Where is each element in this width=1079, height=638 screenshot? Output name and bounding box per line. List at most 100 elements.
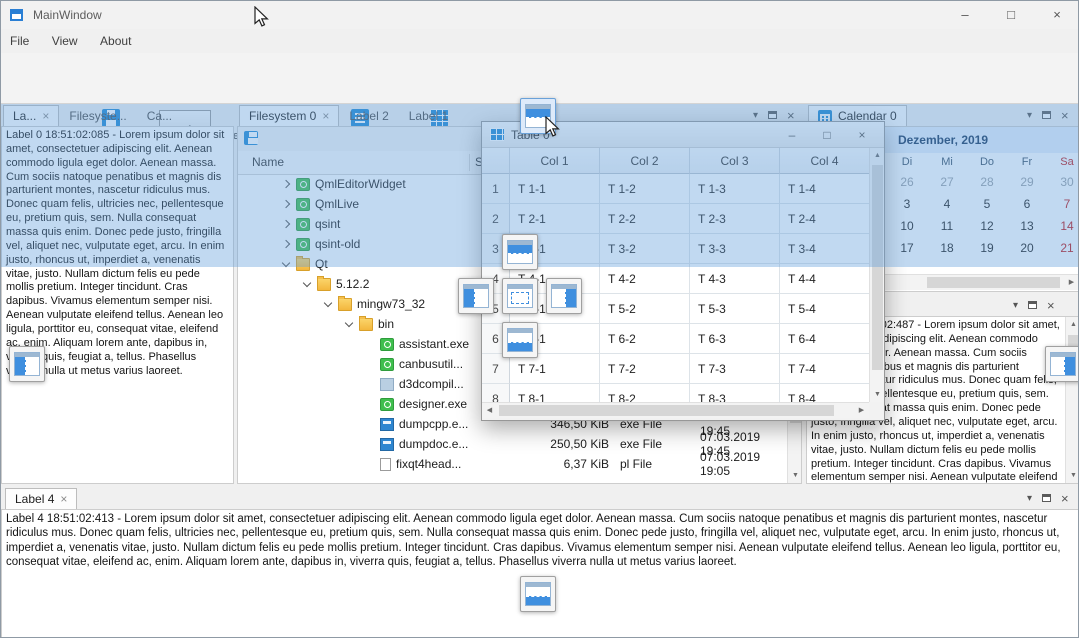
table-row[interactable]: 8 T 8-1 T 8-2 T 8-3 T 8-4	[482, 384, 869, 402]
drop-indicator-area-right[interactable]	[546, 278, 582, 314]
table-cell[interactable]: T 1-1	[510, 174, 600, 204]
scroll-down-icon[interactable]	[788, 468, 802, 483]
menu-view[interactable]: View	[43, 29, 87, 53]
label5-vertical-scrollbar[interactable]	[1065, 317, 1079, 483]
calendar-date[interactable]: 27	[927, 171, 967, 193]
calendar-date[interactable]: 20	[1007, 237, 1047, 259]
dock-close-icon[interactable]: ×	[1061, 491, 1069, 506]
calendar-date[interactable]: 11	[927, 215, 967, 237]
scrollbar-thumb[interactable]	[499, 405, 834, 416]
floating-window-table0[interactable]: Table 0 – □ × Col 1 Col 2 Col 3 Col 4 1 …	[481, 121, 885, 421]
calendar-date[interactable]: 7	[1047, 193, 1079, 215]
table-cell[interactable]: T 8-3	[690, 384, 780, 402]
calendar-date[interactable]: 19	[967, 237, 1007, 259]
table-cell[interactable]: T 2-3	[690, 204, 780, 234]
expand-chevron-icon[interactable]	[321, 297, 336, 312]
tabs-menu-icon[interactable]: ▾	[753, 110, 758, 121]
expand-chevron-icon[interactable]	[363, 357, 378, 372]
window-maximize-button[interactable]: □	[988, 1, 1034, 29]
float-maximize-button[interactable]: □	[813, 128, 841, 142]
dock-close-icon[interactable]: ×	[1047, 298, 1055, 313]
expand-chevron-icon[interactable]	[300, 277, 315, 292]
filesystem-save-icon[interactable]	[244, 131, 258, 145]
expand-chevron-icon[interactable]	[279, 257, 294, 272]
tab-label-4[interactable]: Label 4 ×	[5, 488, 77, 509]
table-cell[interactable]: T 2-2	[600, 204, 690, 234]
tab-close-icon[interactable]: ×	[42, 109, 49, 123]
expand-chevron-icon[interactable]	[279, 197, 294, 212]
table-cell[interactable]: T 1-2	[600, 174, 690, 204]
table-cell[interactable]: T 1-4	[780, 174, 869, 204]
table-row[interactable]: 1 T 1-1 T 1-2 T 1-3 T 1-4	[482, 174, 869, 204]
column-header[interactable]: Col 4	[780, 148, 869, 174]
table-cell[interactable]: T 5-3	[690, 294, 780, 324]
calendar-date[interactable]: 5	[967, 193, 1007, 215]
calendar-date[interactable]: 30	[1047, 171, 1079, 193]
table-cell[interactable]: T 2-1	[510, 204, 600, 234]
drop-indicator-bottom-edge[interactable]	[520, 576, 556, 612]
expand-chevron-icon[interactable]	[363, 377, 378, 392]
table-cell[interactable]: T 3-4	[780, 234, 869, 264]
drop-indicator-area-top[interactable]	[502, 234, 538, 270]
column-header[interactable]: Col 2	[600, 148, 690, 174]
undock-icon[interactable]	[1042, 494, 1051, 502]
header-name[interactable]: Name	[252, 151, 284, 173]
tab-label-2[interactable]: Label 2	[339, 105, 398, 126]
window-minimize-button[interactable]: –	[942, 1, 988, 29]
row-header[interactable]: 8	[482, 384, 510, 402]
undock-icon[interactable]	[1042, 111, 1051, 119]
drop-indicator-area-left[interactable]	[458, 278, 494, 314]
row-header[interactable]: 1	[482, 174, 510, 204]
expand-chevron-icon[interactable]	[363, 397, 378, 412]
tab-label-0[interactable]: La... ×	[3, 105, 59, 126]
table-horizontal-scrollbar[interactable]	[482, 402, 869, 418]
expand-chevron-icon[interactable]	[279, 217, 294, 232]
table-cell[interactable]: T 7-4	[780, 354, 869, 384]
undock-icon[interactable]	[768, 111, 777, 119]
table-cell[interactable]: T 6-4	[780, 324, 869, 354]
float-minimize-button[interactable]: –	[778, 128, 806, 142]
expand-chevron-icon[interactable]	[363, 437, 378, 452]
table-row[interactable]: 7 T 7-1 T 7-2 T 7-3 T 7-4	[482, 354, 869, 384]
calendar-date[interactable]: 6	[1007, 193, 1047, 215]
drop-indicator-left-edge[interactable]	[9, 346, 45, 382]
table-cell[interactable]: T 6-3	[690, 324, 780, 354]
table-cell[interactable]: T 7-2	[600, 354, 690, 384]
tab-filesystem-1[interactable]: Filesyste...	[59, 105, 136, 126]
expand-chevron-icon[interactable]	[363, 457, 378, 472]
menu-file[interactable]: File	[1, 29, 38, 53]
dock-close-icon[interactable]: ×	[1061, 108, 1069, 123]
calendar-date[interactable]: 28	[967, 171, 1007, 193]
table-cell[interactable]: T 1-3	[690, 174, 780, 204]
drop-indicator-area-center[interactable]	[502, 278, 538, 314]
expand-chevron-icon[interactable]	[363, 337, 378, 352]
calendar-date[interactable]: 18	[927, 237, 967, 259]
scroll-up-icon[interactable]	[870, 148, 885, 163]
menu-about[interactable]: About	[91, 29, 140, 53]
table-cell[interactable]: T 8-2	[600, 384, 690, 402]
table-cell[interactable]: T 5-2	[600, 294, 690, 324]
table-row[interactable]: 3 T 3-1 T 3-2 T 3-3 T 3-4	[482, 234, 869, 264]
scrollbar-thumb[interactable]	[927, 277, 1060, 288]
calendar-date[interactable]: 4	[927, 193, 967, 215]
table-row[interactable]: 6 T 6-1 T 6-2 T 6-3 T 6-4	[482, 324, 869, 354]
table-cell[interactable]: T 8-1	[510, 384, 600, 402]
table-row[interactable]: 2 T 2-1 T 2-2 T 2-3 T 2-4	[482, 204, 869, 234]
tree-row[interactable]: fixqt4head... 6,37 KiB pl File 07.03.201…	[238, 454, 787, 474]
table-row[interactable]: 5 T 5-1 T 5-2 T 5-3 T 5-4	[482, 294, 869, 324]
table-cell[interactable]: T 2-4	[780, 204, 869, 234]
calendar-date[interactable]: 21	[1047, 237, 1079, 259]
table-cell[interactable]: T 4-2	[600, 264, 690, 294]
tab-label-1[interactable]: Label 1	[399, 105, 458, 126]
table-cell[interactable]: T 3-3	[690, 234, 780, 264]
window-close-button[interactable]: ×	[1034, 1, 1079, 29]
expand-chevron-icon[interactable]	[279, 237, 294, 252]
expand-chevron-icon[interactable]	[342, 317, 357, 332]
calendar-date[interactable]: 29	[1007, 171, 1047, 193]
calendar-date[interactable]: 13	[1007, 215, 1047, 237]
table-cell[interactable]: T 4-3	[690, 264, 780, 294]
window-titlebar[interactable]: MainWindow – □ ×	[1, 1, 1078, 29]
scroll-right-icon[interactable]	[854, 403, 869, 418]
column-header[interactable]: Col 3	[690, 148, 780, 174]
scroll-up-icon[interactable]	[1066, 317, 1079, 332]
